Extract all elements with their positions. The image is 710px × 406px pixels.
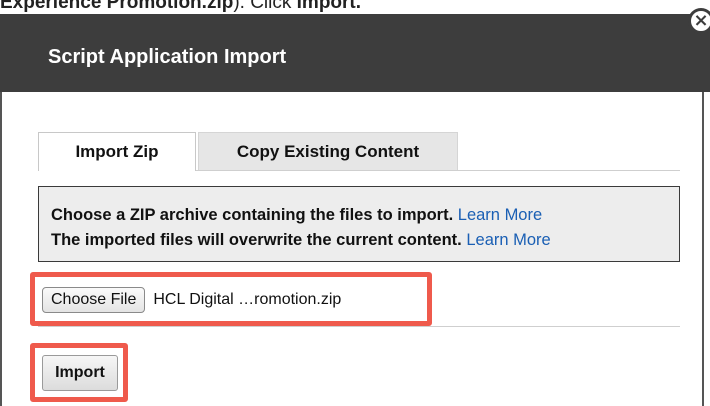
instruction-filename: Experience Promotion.zip <box>0 0 234 13</box>
close-icon[interactable]: × <box>688 8 710 34</box>
info-line-2-text: The imported files will overwrite the cu… <box>51 231 462 249</box>
file-input: Choose File HCL Digital …romotion.zip <box>42 286 341 314</box>
learn-more-link-1[interactable]: Learn More <box>458 206 542 224</box>
tab-import-zip[interactable]: Import Zip <box>38 132 196 171</box>
info-line-2: The imported files will overwrite the cu… <box>51 228 679 253</box>
learn-more-link-2[interactable]: Learn More <box>466 231 550 249</box>
info-line-1-text: Choose a ZIP archive containing the file… <box>51 206 454 224</box>
instruction-middle: ). Click <box>233 0 297 13</box>
instruction-action: Import. <box>296 0 362 13</box>
import-button[interactable]: Import <box>42 355 118 391</box>
tab-copy-existing-content[interactable]: Copy Existing Content <box>198 132 458 170</box>
choose-file-button[interactable]: Choose File <box>42 287 146 313</box>
selected-file-name: HCL Digital …romotion.zip <box>153 291 342 308</box>
tab-divider <box>196 170 680 171</box>
dialog-title: Script Application Import <box>48 46 287 68</box>
info-box: Choose a ZIP archive containing the file… <box>38 186 680 262</box>
document-instruction: Experience Promotion.zip). Click Import. <box>0 0 710 14</box>
separator <box>38 326 680 327</box>
info-line-1: Choose a ZIP archive containing the file… <box>51 203 679 228</box>
